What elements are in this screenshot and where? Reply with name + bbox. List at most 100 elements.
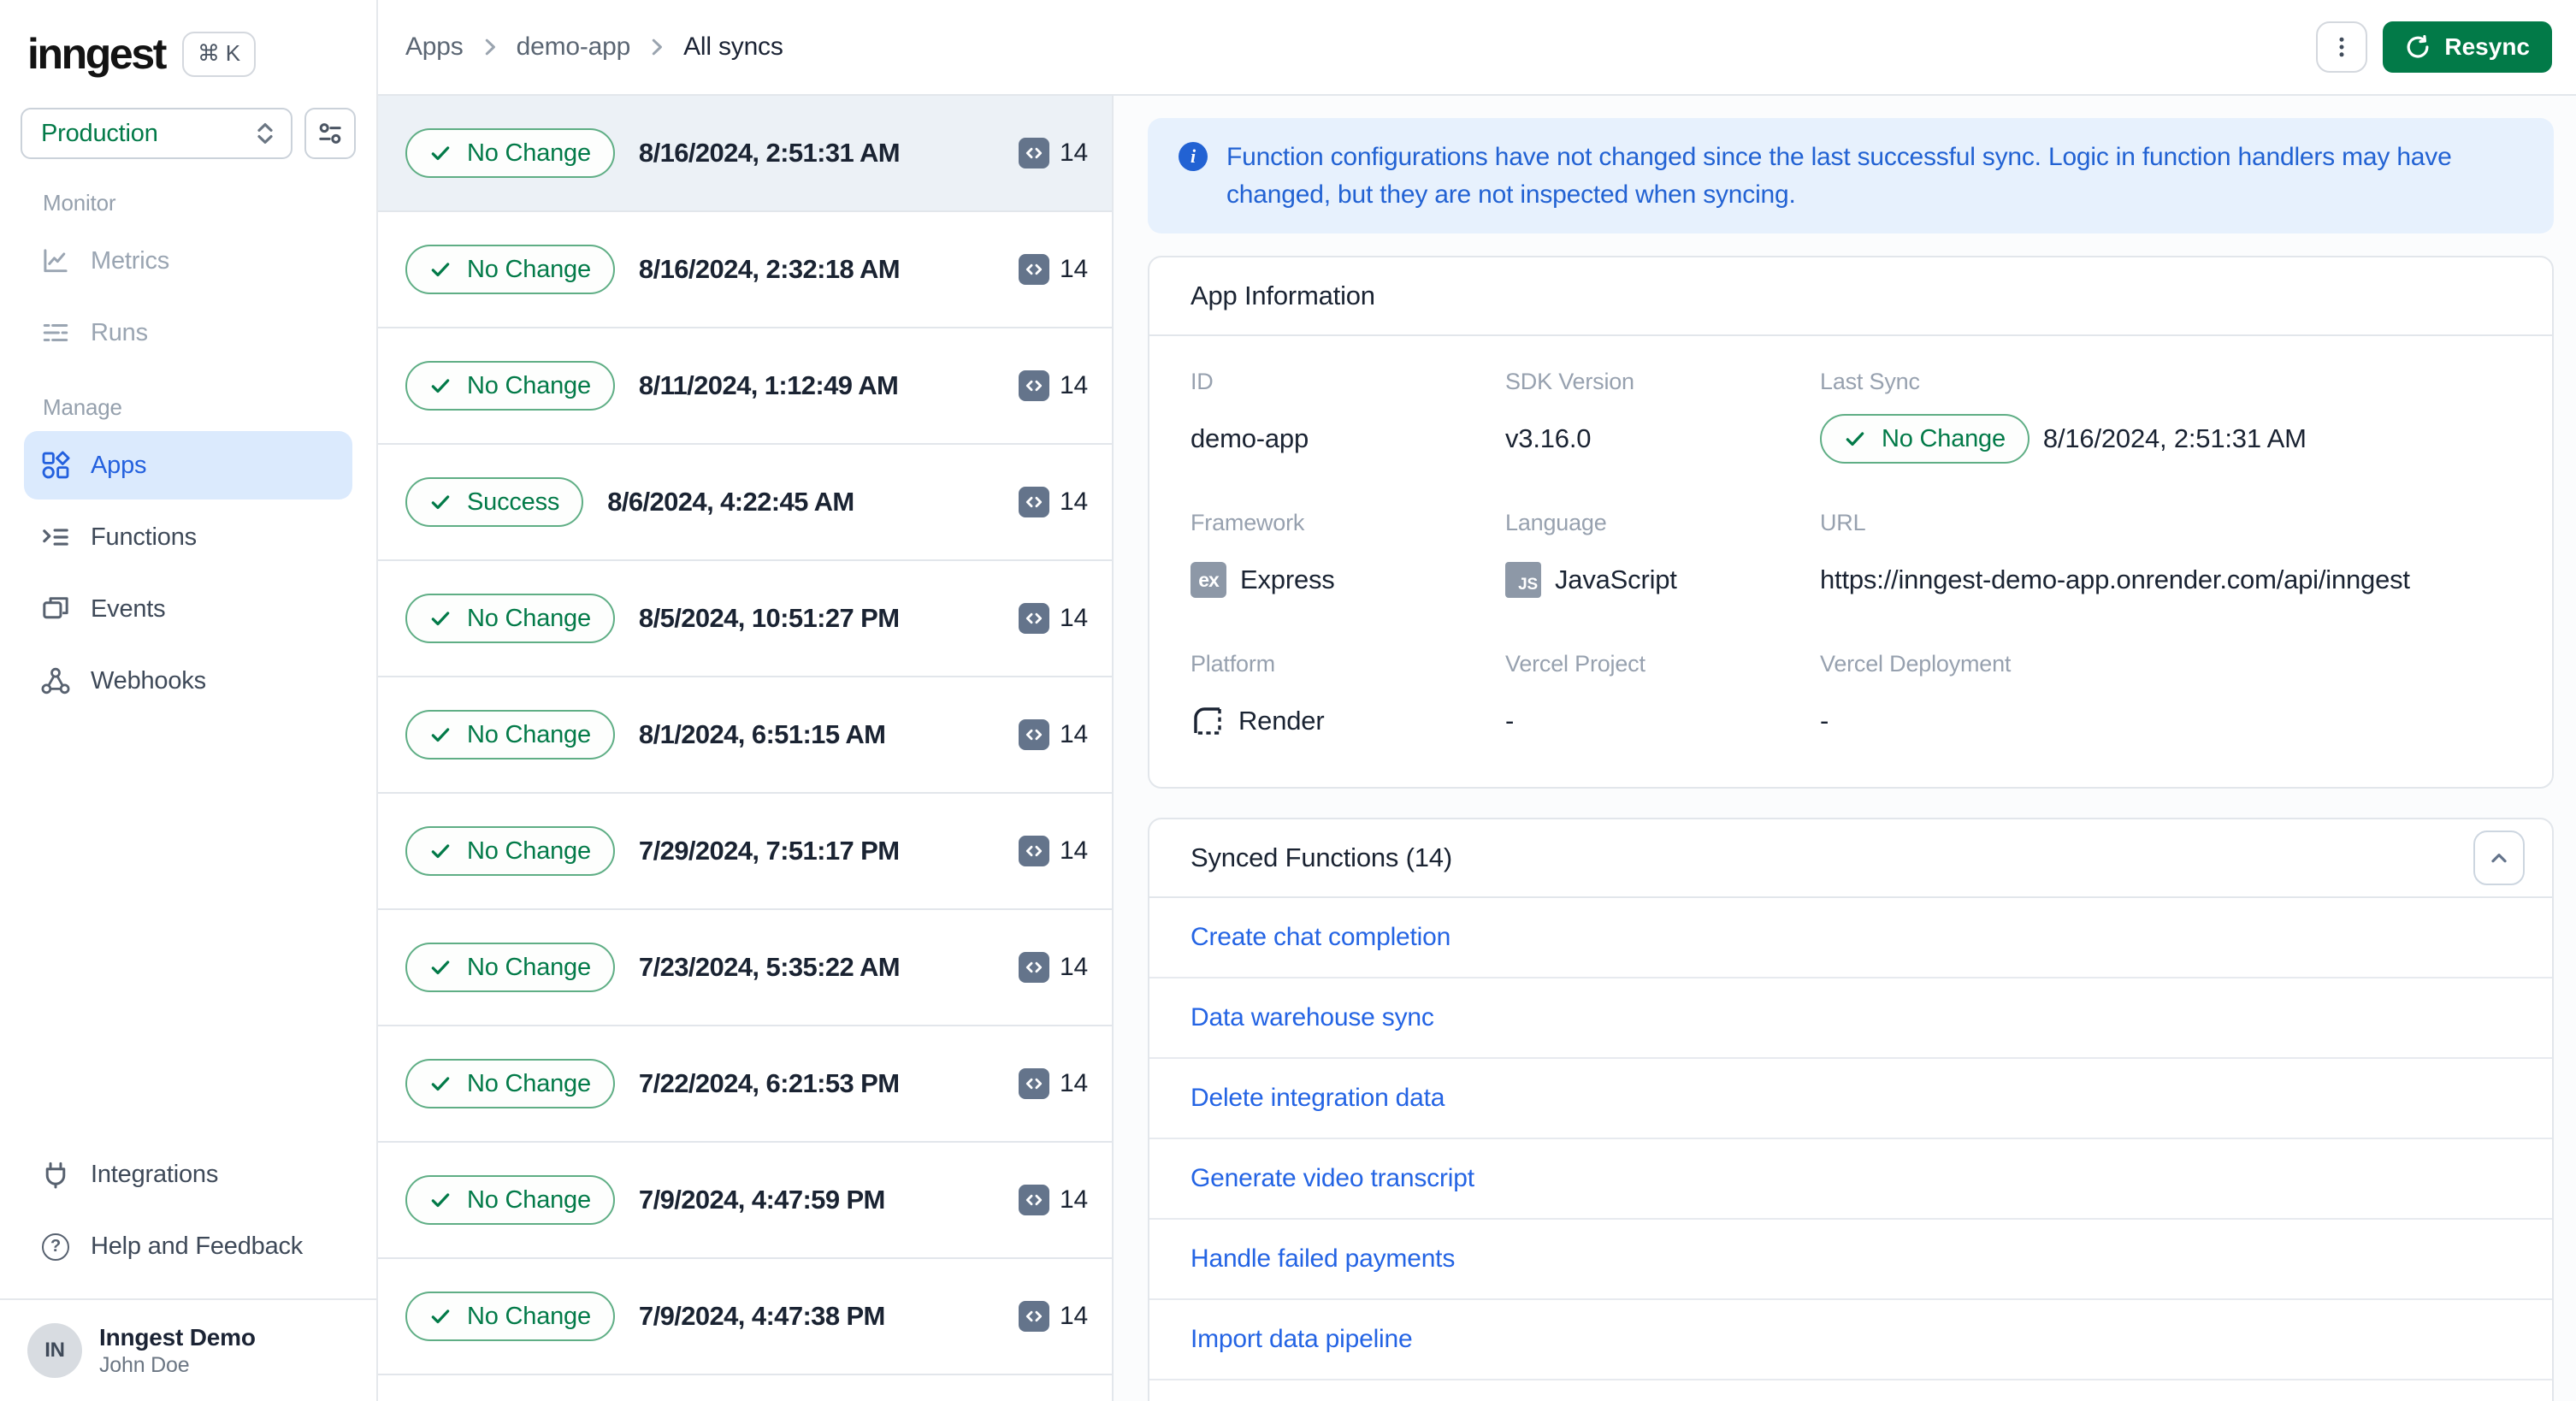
sync-function-count: 14 <box>1019 952 1088 983</box>
sync-status-label: No Change <box>467 255 591 283</box>
integrations-icon <box>41 1161 70 1190</box>
function-link[interactable]: Import data pipeline <box>1191 1325 1413 1354</box>
code-icon <box>1019 719 1050 750</box>
app-info-field: Framework ex Express <box>1191 510 1505 605</box>
synced-function-row: Generate video transcript <box>1149 1139 2552 1220</box>
inngest-dashboard: inngest ⌘ K Production Monitor Metrics R… <box>0 0 2576 1401</box>
apps-icon <box>41 451 70 480</box>
app-information-card: App Information ID demo-app SDK Version … <box>1148 256 2554 789</box>
sidebar-item[interactable]: Metrics <box>24 227 352 295</box>
sync-timestamp: 8/1/2024, 6:51:15 AM <box>638 719 886 749</box>
sync-detail-pane: i Function configurations have not chang… <box>1114 96 2576 1401</box>
app-info-field: URL https://inngest-demo-app.onrender.co… <box>1820 510 2511 605</box>
function-link[interactable]: Data warehouse sync <box>1191 1003 1434 1032</box>
sync-count-value: 14 <box>1060 720 1088 748</box>
app-info-field: ID demo-app <box>1191 369 1505 464</box>
sidebar-item-label: Metrics <box>91 246 170 275</box>
function-link[interactable]: Handle failed payments <box>1191 1244 1455 1274</box>
sync-list-item[interactable]: No Change 7/23/2024, 5:35:22 AM 14 <box>378 910 1112 1026</box>
check-icon <box>429 258 452 281</box>
sync-count-value: 14 <box>1060 836 1088 865</box>
sidebar-item[interactable]: Apps <box>24 431 352 500</box>
sync-count-value: 14 <box>1060 604 1088 632</box>
check-icon <box>429 956 452 978</box>
function-link[interactable]: Delete integration data <box>1191 1084 1445 1113</box>
sidebar-item-label: Webhooks <box>91 666 206 695</box>
sidebar-item-label: Help and Feedback <box>91 1233 304 1261</box>
chevron-up-icon <box>2491 854 2507 863</box>
code-icon <box>1019 138 1050 168</box>
sync-list-item[interactable]: No Change 8/16/2024, 2:32:18 AM 14 <box>378 212 1112 328</box>
resync-button[interactable]: Resync <box>2383 21 2552 73</box>
sync-function-count: 14 <box>1019 254 1088 285</box>
sync-status-label: No Change <box>467 1069 591 1097</box>
sidebar-footer-item[interactable]: ? Help and Feedback <box>24 1213 352 1281</box>
sidebar-item[interactable]: Functions <box>24 503 352 571</box>
nav-section-monitor: Monitor <box>43 190 116 216</box>
sync-list-item[interactable]: No Change 7/22/2024, 6:21:53 PM 14 <box>378 1026 1112 1143</box>
user-org: Inngest Demo <box>99 1323 256 1351</box>
app-info-field: Language JS JavaScript <box>1505 510 1820 605</box>
environment-settings-button[interactable] <box>304 108 356 159</box>
sync-list-item[interactable]: No Change 7/9/2024, 4:47:59 PM 14 <box>378 1143 1112 1259</box>
synced-functions-title: Synced Functions (14) <box>1191 842 1452 872</box>
function-link[interactable]: Generate video transcript <box>1191 1164 1474 1193</box>
sync-status-label: Success <box>467 488 560 516</box>
sidebar-item[interactable]: Runs <box>24 299 352 367</box>
more-options-button[interactable] <box>2316 21 2368 73</box>
sync-list-item[interactable]: No Change 8/16/2024, 2:51:31 AM 14 <box>378 96 1112 212</box>
sync-status-badge: No Change <box>405 943 615 992</box>
sync-status-label: No Change <box>467 836 591 865</box>
breadcrumb-apps[interactable]: Apps <box>405 33 464 62</box>
sync-list-item[interactable]: No Change 7/29/2024, 7:51:17 PM 14 <box>378 794 1112 910</box>
function-link[interactable]: Create chat completion <box>1191 923 1450 952</box>
field-label: Vercel Deployment <box>1820 651 2012 677</box>
synced-function-row: Data warehouse sync <box>1149 978 2552 1059</box>
environment-select[interactable]: Production <box>21 108 292 159</box>
sync-count-value: 14 <box>1060 1185 1088 1214</box>
sync-list-item[interactable]: No Change 8/11/2024, 1:12:49 AM 14 <box>378 328 1112 445</box>
sync-status-badge: No Change <box>405 128 615 178</box>
render-icon <box>1191 704 1225 738</box>
chevron-right-icon <box>479 36 501 58</box>
check-icon <box>429 375 452 397</box>
sidebar: inngest ⌘ K Production Monitor Metrics R… <box>0 0 378 1401</box>
user-menu[interactable]: IN Inngest Demo John Doe <box>0 1298 376 1401</box>
sync-function-count: 14 <box>1019 487 1088 517</box>
avatar: IN <box>27 1322 82 1378</box>
check-icon <box>429 1305 452 1327</box>
sidebar-item-label: Integrations <box>91 1161 219 1189</box>
help-icon: ? <box>41 1233 70 1262</box>
code-icon <box>1019 487 1050 517</box>
breadcrumb-app-name[interactable]: demo-app <box>517 33 631 62</box>
sync-function-count: 14 <box>1019 1068 1088 1099</box>
sync-list-item[interactable]: Success 8/6/2024, 4:22:45 AM 14 <box>378 445 1112 561</box>
synced-function-row: Create chat completion <box>1149 898 2552 978</box>
sync-list-item[interactable]: No Change 7/9/2024, 4:47:38 PM 14 <box>378 1259 1112 1375</box>
environment-selected: Production <box>41 119 158 147</box>
javascript-icon: JS <box>1505 562 1541 598</box>
sync-timestamp: 7/22/2024, 6:21:53 PM <box>638 1068 900 1098</box>
field-value: - <box>1820 706 1829 736</box>
field-label: Platform <box>1191 651 1275 677</box>
field-label: SDK Version <box>1505 369 1634 394</box>
collapse-button[interactable] <box>2473 831 2525 885</box>
sidebar-item[interactable]: Events <box>24 575 352 643</box>
code-icon <box>1019 1185 1050 1215</box>
sync-list-item[interactable]: No Change 8/5/2024, 10:51:27 PM 14 <box>378 561 1112 677</box>
sync-count-value: 14 <box>1060 139 1088 167</box>
sync-list-item[interactable]: No Change 7/9/2024, 4:09:07 PM 14 <box>378 1375 1112 1401</box>
sync-count-value: 14 <box>1060 1302 1088 1330</box>
sync-list-item[interactable]: No Change 8/1/2024, 6:51:15 AM 14 <box>378 677 1112 794</box>
sync-timestamp: 7/29/2024, 7:51:17 PM <box>638 836 900 866</box>
sync-timestamp: 7/23/2024, 5:35:22 AM <box>638 952 901 982</box>
info-banner-text: Function configurations have not changed… <box>1226 143 2452 209</box>
chevron-up-down-icon <box>255 121 275 145</box>
sync-status-label: No Change <box>467 1302 591 1330</box>
sidebar-footer-item[interactable]: Integrations <box>24 1141 352 1209</box>
sync-function-count: 14 <box>1019 1301 1088 1332</box>
sync-timestamp: 8/16/2024, 2:32:18 AM <box>638 254 901 284</box>
sync-function-count: 14 <box>1019 1185 1088 1215</box>
command-k-shortcut[interactable]: ⌘ K <box>181 31 256 77</box>
sidebar-item[interactable]: Webhooks <box>24 647 352 715</box>
